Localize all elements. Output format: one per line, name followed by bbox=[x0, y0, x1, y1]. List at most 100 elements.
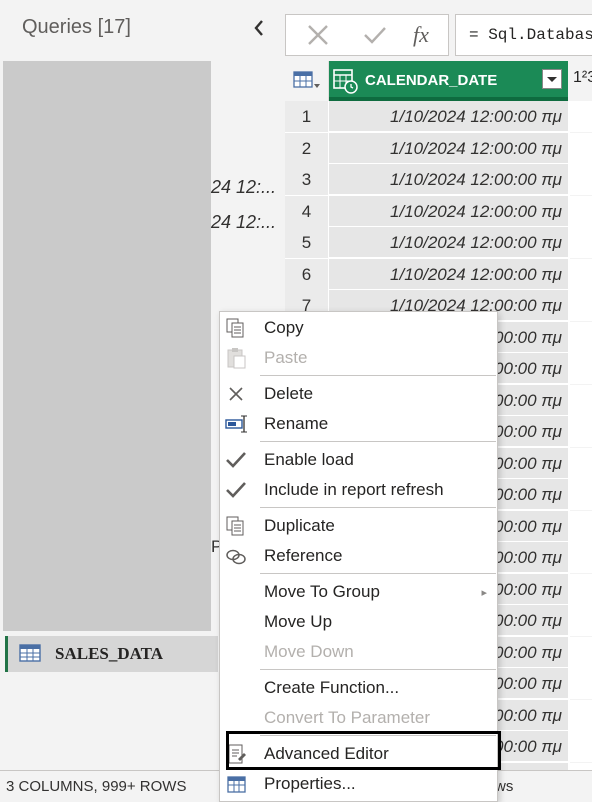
ghost-date-2: 24 12:... bbox=[211, 212, 277, 232]
x-icon[interactable] bbox=[306, 23, 330, 47]
delete-x-icon bbox=[229, 387, 243, 401]
column2-type-icon[interactable]: 1²3 bbox=[570, 61, 592, 101]
column2-cell[interactable] bbox=[570, 668, 592, 700]
calendar-date-cell[interactable]: 1/10/2024 12:00:00 πμ bbox=[329, 132, 568, 164]
menu-item-label: Move Down bbox=[264, 642, 354, 661]
ghost-date-1: 24 12:... bbox=[211, 177, 277, 197]
checkmark-icon bbox=[226, 482, 246, 498]
grid-header: CALENDAR_DATE 1²3 bbox=[285, 61, 592, 101]
queries-title: Queries [17] bbox=[22, 16, 131, 38]
menu-item-paste: Paste bbox=[220, 343, 497, 373]
column2-cell[interactable] bbox=[570, 384, 592, 417]
menu-item-label: Paste bbox=[264, 348, 308, 367]
column2-cell[interactable] bbox=[570, 447, 592, 480]
column2-cell[interactable] bbox=[570, 605, 592, 637]
column2-cell[interactable] bbox=[570, 353, 592, 385]
table-row[interactable]: 2 1/10/2024 12:00:00 πμ bbox=[285, 132, 592, 165]
menu-item-include-refresh[interactable]: Include in report refresh bbox=[220, 475, 497, 505]
column2-cell[interactable] bbox=[570, 762, 592, 770]
column2-cell[interactable] bbox=[570, 132, 592, 165]
column2-cell[interactable] bbox=[570, 195, 592, 228]
column2-cell[interactable] bbox=[570, 258, 592, 291]
row-number[interactable]: 3 bbox=[285, 164, 328, 196]
column2-cell[interactable] bbox=[570, 227, 592, 259]
menu-item-label: Duplicate bbox=[264, 516, 335, 535]
menu-item-label: Convert To Parameter bbox=[264, 708, 430, 727]
column2-cell[interactable] bbox=[570, 510, 592, 543]
menu-item-label: Move To Group bbox=[264, 582, 380, 601]
reference-link-icon bbox=[226, 549, 246, 565]
menu-separator bbox=[260, 573, 496, 574]
menu-separator bbox=[260, 375, 496, 376]
context-menu: Copy Paste Delete Rename Enable load Inc… bbox=[219, 311, 498, 802]
column2-cell[interactable] bbox=[570, 699, 592, 732]
menu-item-copy[interactable]: Copy bbox=[220, 313, 497, 343]
menu-separator bbox=[260, 669, 496, 670]
formula-input[interactable]: = Sql.Database bbox=[455, 14, 592, 56]
row-number[interactable]: 1 bbox=[285, 101, 328, 133]
menu-item-label: Reference bbox=[264, 546, 343, 565]
column2-cell[interactable] bbox=[570, 542, 592, 574]
menu-item-label: Copy bbox=[264, 318, 304, 337]
calendar-date-cell[interactable]: 1/10/2024 12:00:00 πμ bbox=[329, 195, 568, 227]
table-row[interactable]: 6 1/10/2024 12:00:00 πμ bbox=[285, 258, 592, 291]
menu-item-convert-parameter: Convert To Parameter bbox=[220, 703, 497, 733]
column-header-label: CALENDAR_DATE bbox=[365, 72, 498, 89]
table-row[interactable]: 3 1/10/2024 12:00:00 πμ bbox=[285, 164, 592, 196]
menu-item-move-to-group[interactable]: Move To Group ▸ bbox=[220, 577, 497, 607]
column2-cell[interactable] bbox=[570, 290, 592, 322]
menu-item-label: Properties... bbox=[264, 774, 356, 793]
column2-cell[interactable] bbox=[570, 101, 592, 133]
menu-item-rename[interactable]: Rename bbox=[220, 409, 497, 439]
column-header-calendar-date[interactable]: CALENDAR_DATE bbox=[329, 61, 568, 101]
menu-item-duplicate[interactable]: Duplicate bbox=[220, 511, 497, 541]
column2-cell[interactable] bbox=[570, 573, 592, 606]
calendar-date-cell[interactable]: 1/10/2024 12:00:00 πμ bbox=[329, 227, 568, 258]
calendar-date-cell[interactable]: 1/10/2024 12:00:00 πμ bbox=[329, 164, 568, 195]
table-row[interactable]: 5 1/10/2024 12:00:00 πμ bbox=[285, 227, 592, 259]
menu-item-label: Enable load bbox=[264, 450, 354, 469]
row-number[interactable]: 6 bbox=[285, 258, 328, 291]
calendar-date-cell[interactable]: 1/10/2024 12:00:00 πμ bbox=[329, 258, 568, 290]
copy-icon bbox=[226, 318, 244, 338]
column2-cell[interactable] bbox=[570, 479, 592, 511]
menu-item-enable-load[interactable]: Enable load bbox=[220, 445, 497, 475]
rename-icon bbox=[225, 415, 247, 433]
formula-buttons: fx bbox=[285, 14, 449, 56]
properties-table-icon bbox=[227, 776, 246, 793]
row-number[interactable]: 4 bbox=[285, 195, 328, 228]
advanced-editor-highlight bbox=[226, 731, 501, 770]
query-item-sales-data[interactable]: SALES_DATA bbox=[5, 636, 218, 672]
submenu-arrow-icon: ▸ bbox=[481, 587, 487, 599]
column2-cell[interactable] bbox=[570, 164, 592, 196]
row-number[interactable]: 2 bbox=[285, 132, 328, 165]
menu-item-properties[interactable]: Properties... bbox=[220, 769, 497, 799]
table-row[interactable]: 1 1/10/2024 12:00:00 πμ bbox=[285, 101, 592, 133]
chevron-left-icon[interactable] bbox=[251, 17, 267, 39]
column2-cell[interactable] bbox=[570, 321, 592, 354]
menu-item-label: Create Function... bbox=[264, 678, 400, 697]
query-list-redacted bbox=[3, 61, 211, 631]
menu-item-move-down: Move Down bbox=[220, 637, 497, 667]
row-number[interactable]: 5 bbox=[285, 227, 328, 259]
checkmark-icon bbox=[226, 452, 246, 468]
menu-separator bbox=[260, 507, 496, 508]
table-icon bbox=[19, 644, 41, 662]
duplicate-icon bbox=[226, 516, 244, 536]
menu-item-delete[interactable]: Delete bbox=[220, 379, 497, 409]
filter-dropdown-icon[interactable] bbox=[542, 69, 562, 89]
column2-cell[interactable] bbox=[570, 416, 592, 448]
table-menu-icon[interactable] bbox=[285, 61, 329, 101]
calendar-date-cell[interactable]: 1/10/2024 12:00:00 πμ bbox=[329, 101, 568, 132]
check-icon[interactable] bbox=[363, 23, 387, 47]
menu-item-move-up[interactable]: Move Up bbox=[220, 607, 497, 637]
table-row[interactable]: 4 1/10/2024 12:00:00 πμ bbox=[285, 195, 592, 228]
menu-item-reference[interactable]: Reference bbox=[220, 541, 497, 571]
status-row-count: 3 COLUMNS, 999+ ROWS bbox=[6, 778, 187, 795]
fx-icon[interactable]: fx bbox=[413, 22, 429, 48]
datetime-type-icon[interactable] bbox=[333, 69, 359, 95]
menu-item-create-function[interactable]: Create Function... bbox=[220, 673, 497, 703]
query-item-label: SALES_DATA bbox=[55, 644, 164, 663]
column2-cell[interactable] bbox=[570, 636, 592, 669]
column2-cell[interactable] bbox=[570, 731, 592, 763]
